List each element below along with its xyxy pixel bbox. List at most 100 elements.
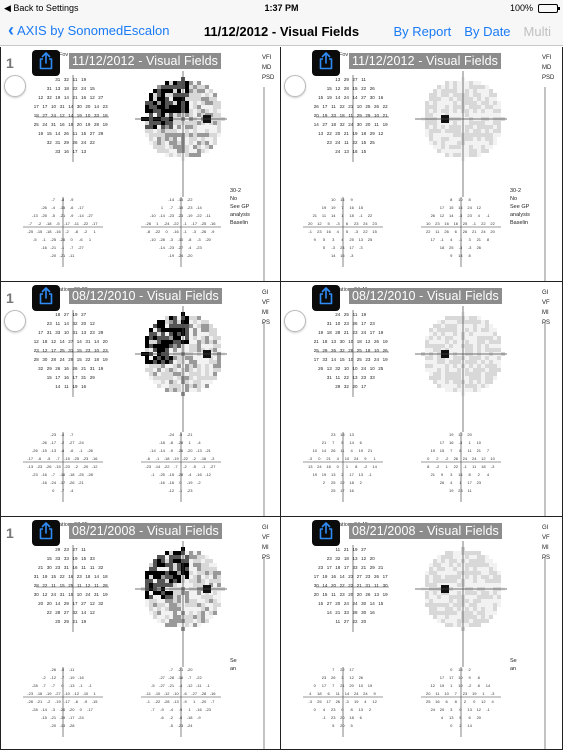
svg-text:29: 29 bbox=[370, 131, 376, 136]
svg-text:20: 20 bbox=[55, 619, 61, 624]
svg-text:21: 21 bbox=[72, 95, 78, 100]
svg-text:19: 19 bbox=[318, 330, 324, 335]
share-button[interactable] bbox=[32, 520, 60, 546]
svg-text:-23: -23 bbox=[205, 707, 212, 712]
report-title[interactable]: 08/21/2008 - Visual Fields bbox=[349, 523, 502, 539]
report-title[interactable]: 08/12/2010 - Visual Fields bbox=[69, 288, 222, 304]
svg-text:-27: -27 bbox=[69, 440, 76, 445]
svg-text:26: 26 bbox=[331, 675, 336, 680]
report-cell[interactable]: 18 27 19 27 23 11 14 32 20 12 17 31 33 10 31 13 23 29 12 18… bbox=[0, 282, 281, 517]
by-report-button[interactable]: By Report bbox=[393, 24, 451, 39]
svg-text:-14: -14 bbox=[168, 197, 175, 202]
multi-button[interactable]: Multi bbox=[524, 24, 551, 39]
svg-text:12: 12 bbox=[365, 339, 371, 344]
report-cell[interactable]: 24 25 11 19 31 10 23 26 17 23 19 18 28 21 23 24 17 19 21 18… bbox=[281, 282, 563, 517]
svg-text:-2: -2 bbox=[84, 229, 88, 234]
svg-text:0: 0 bbox=[165, 229, 168, 234]
report-title[interactable]: 11/12/2012 - Visual Fields bbox=[349, 53, 501, 69]
svg-text:1: 1 bbox=[89, 237, 92, 242]
report-title[interactable]: 08/21/2008 - Visual Fields bbox=[69, 523, 222, 539]
svg-text:15: 15 bbox=[322, 592, 328, 597]
svg-text:-1: -1 bbox=[472, 221, 476, 226]
svg-text:-25: -25 bbox=[27, 229, 34, 234]
svg-text:12: 12 bbox=[378, 131, 384, 136]
svg-text:-25: -25 bbox=[159, 472, 166, 477]
svg-text:19: 19 bbox=[77, 113, 83, 118]
share-button[interactable] bbox=[312, 520, 340, 546]
svg-text:30: 30 bbox=[77, 104, 83, 109]
toggle-knob[interactable] bbox=[4, 310, 26, 332]
report-cell[interactable]: 13 29 27 11 15 12 28 15 22 26 15 19 14 24 14 27 30 16 26 17… bbox=[281, 47, 563, 282]
svg-text:10: 10 bbox=[345, 456, 350, 461]
svg-text:-26: -26 bbox=[178, 448, 185, 453]
svg-text:25: 25 bbox=[365, 104, 371, 109]
svg-text:-2: -2 bbox=[61, 440, 65, 445]
share-button[interactable] bbox=[312, 50, 340, 76]
report-cell[interactable]: 29 23 27 11 15 33 33 19 15 33 21 30 23 31 16 11 11 32 31 19… bbox=[0, 517, 281, 750]
svg-text:7: 7 bbox=[332, 667, 335, 672]
report-cell[interactable]: 11 21 19 27 23 32 18 13 12 20 23 17 18 17 33 21 29 21 17 19… bbox=[281, 517, 563, 750]
svg-text:26: 26 bbox=[314, 104, 320, 109]
svg-text:2: 2 bbox=[436, 456, 439, 461]
svg-text:-5: -5 bbox=[61, 667, 65, 672]
toggle-knob[interactable] bbox=[284, 310, 306, 332]
svg-text:-2: -2 bbox=[38, 221, 42, 226]
svg-text:-10: -10 bbox=[173, 691, 180, 696]
report-cell[interactable]: 31 32 11 19 31 13 18 22 24 15 12 32 19 14 21 16 12 27 17 17… bbox=[0, 47, 281, 282]
svg-text:23: 23 bbox=[467, 213, 472, 218]
svg-text:24: 24 bbox=[472, 456, 477, 461]
svg-text:24: 24 bbox=[51, 592, 57, 597]
report-title[interactable]: 11/12/2012 - Visual Fields bbox=[69, 53, 221, 69]
svg-text:24: 24 bbox=[354, 456, 359, 461]
navigation-bar: ‹ AXIS by SonomedEscalon 11/12/2012 - Vi… bbox=[0, 16, 563, 46]
svg-text:25: 25 bbox=[463, 221, 468, 226]
share-button[interactable] bbox=[32, 285, 60, 311]
svg-text:11: 11 bbox=[331, 592, 336, 597]
svg-text:18: 18 bbox=[349, 213, 354, 218]
svg-text:-3: -3 bbox=[354, 229, 358, 234]
svg-text:-20: -20 bbox=[50, 253, 57, 258]
svg-text:-24: -24 bbox=[164, 221, 171, 226]
svg-text:-1: -1 bbox=[146, 699, 150, 704]
svg-text:22: 22 bbox=[340, 104, 346, 109]
svg-text:32: 32 bbox=[98, 565, 104, 570]
svg-text:-1: -1 bbox=[459, 237, 463, 242]
svg-text:1: 1 bbox=[346, 464, 349, 469]
svg-text:4: 4 bbox=[478, 213, 481, 218]
svg-text:27: 27 bbox=[72, 547, 78, 552]
index-label: PS bbox=[542, 320, 551, 326]
index-label: PS bbox=[262, 555, 271, 561]
svg-text:13: 13 bbox=[331, 472, 336, 477]
svg-text:30: 30 bbox=[340, 339, 346, 344]
svg-text:-7: -7 bbox=[51, 683, 55, 688]
side-notes: 30-2 No See GP analysis Baselin bbox=[230, 187, 250, 227]
share-button[interactable] bbox=[32, 50, 60, 76]
svg-text:27: 27 bbox=[352, 77, 358, 82]
svg-text:-21: -21 bbox=[187, 432, 194, 437]
svg-text:-26: -26 bbox=[60, 237, 67, 242]
svg-text:-20: -20 bbox=[205, 237, 212, 242]
svg-text:17: 17 bbox=[322, 683, 327, 688]
svg-text:11: 11 bbox=[335, 375, 340, 380]
svg-text:26: 26 bbox=[454, 456, 459, 461]
svg-text:20: 20 bbox=[38, 601, 44, 606]
by-date-button[interactable]: By Date bbox=[464, 24, 510, 39]
report-title[interactable]: 08/12/2010 - Visual Fields bbox=[349, 288, 502, 304]
svg-text:17: 17 bbox=[51, 348, 57, 353]
svg-text:-16: -16 bbox=[210, 691, 217, 696]
svg-text:28: 28 bbox=[103, 583, 109, 588]
toggle-knob[interactable] bbox=[4, 75, 26, 97]
svg-text:-21: -21 bbox=[205, 448, 212, 453]
nav-back-button[interactable]: ‹ AXIS by SonomedEscalon bbox=[8, 21, 169, 39]
svg-text:15: 15 bbox=[81, 131, 87, 136]
svg-text:19: 19 bbox=[383, 592, 389, 597]
svg-text:-28: -28 bbox=[201, 691, 208, 696]
svg-text:-3: -3 bbox=[491, 691, 495, 696]
svg-text:17: 17 bbox=[440, 205, 445, 210]
svg-text:14: 14 bbox=[55, 384, 61, 389]
svg-text:0: 0 bbox=[52, 488, 55, 493]
share-button[interactable] bbox=[312, 285, 340, 311]
toggle-knob[interactable] bbox=[284, 75, 306, 97]
svg-text:-22: -22 bbox=[155, 229, 162, 234]
svg-text:4: 4 bbox=[341, 237, 344, 242]
